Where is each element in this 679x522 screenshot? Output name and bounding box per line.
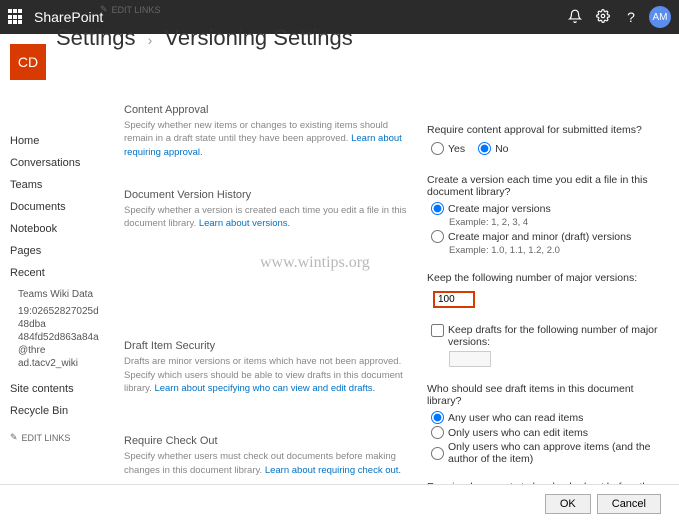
ok-button[interactable]: OK (545, 494, 591, 514)
user-avatar[interactable]: AM (649, 6, 671, 28)
site-logo-tile[interactable]: CD (10, 44, 46, 80)
major-example: Example: 1, 2, 3, 4 (449, 217, 667, 228)
learn-checkout-link[interactable]: Learn about requiring check out. (265, 465, 401, 476)
who-read-label: Any user who can read items (448, 412, 583, 424)
cancel-button[interactable]: Cancel (597, 494, 661, 514)
edit-links-top[interactable]: ✎ EDIT LINKS (100, 4, 353, 15)
nav-home[interactable]: Home (10, 130, 104, 152)
section-descriptions: Content Approval Specify whether new ite… (124, 104, 407, 474)
notifications-icon[interactable] (561, 9, 589, 26)
footer-buttons: OK Cancel (0, 484, 679, 522)
learn-drafts-link[interactable]: Learn about specifying who can view and … (154, 383, 375, 394)
edit-links-bottom[interactable]: ✎ EDIT LINKS (10, 432, 104, 443)
left-nav: CD Home Conversations Teams Documents No… (0, 34, 112, 484)
section-desc-draft-security: Drafts are minor versions or items which… (124, 355, 407, 395)
nav-recent-id[interactable]: 19:02652827025d48dba 484fd52d863a84a@thr… (10, 305, 104, 370)
who-question: Who should see draft items in this docum… (427, 383, 667, 407)
approval-yes-radio[interactable] (431, 142, 444, 155)
nav-documents[interactable]: Documents (10, 196, 104, 218)
keep-major-label: Keep the following number of major versi… (427, 272, 667, 284)
keep-drafts-checkbox[interactable] (431, 324, 444, 337)
section-desc-checkout: Specify whether users must check out doc… (124, 450, 407, 477)
chevron-right-icon: › (148, 32, 153, 48)
edit-links-label: EDIT LINKS (112, 5, 161, 15)
minor-versions-label: Create major and minor (draft) versions (448, 231, 631, 243)
pencil-icon: ✎ (100, 4, 108, 15)
section-desc-content-approval: Specify whether new items or changes to … (124, 119, 407, 159)
section-title-version-history: Document Version History (124, 189, 407, 201)
nav-conversations[interactable]: Conversations (10, 152, 104, 174)
nav-recent[interactable]: Recent (10, 262, 104, 284)
nav-recycle-bin[interactable]: Recycle Bin (10, 400, 104, 422)
app-title: SharePoint (34, 9, 103, 25)
major-versions-label: Create major versions (448, 203, 551, 215)
approval-no-radio[interactable] (478, 142, 491, 155)
help-icon[interactable]: ? (617, 9, 645, 25)
edit-links-label: EDIT LINKS (22, 433, 71, 443)
who-read-radio[interactable] (431, 411, 444, 424)
pencil-icon: ✎ (10, 432, 18, 443)
settings-controls: Require content approval for submitted i… (427, 104, 667, 474)
section-title-content-approval: Content Approval (124, 104, 407, 116)
major-versions-radio[interactable] (431, 202, 444, 215)
minor-example: Example: 1.0, 1.1, 1.2, 2.0 (449, 245, 667, 256)
no-label: No (495, 143, 508, 155)
keep-drafts-label: Keep drafts for the following number of … (448, 324, 667, 348)
breadcrumb-parent[interactable]: Settings (56, 25, 136, 50)
nav-teams[interactable]: Teams (10, 174, 104, 196)
who-edit-label: Only users who can edit items (448, 427, 588, 439)
approval-question: Require content approval for submitted i… (427, 124, 667, 136)
nav-notebook[interactable]: Notebook (10, 218, 104, 240)
who-approve-radio[interactable] (431, 447, 444, 460)
breadcrumb: Settings › Versioning Settings (56, 25, 353, 51)
section-desc-version-history: Specify whether a version is created eac… (124, 204, 407, 231)
breadcrumb-current: Versioning Settings (164, 25, 352, 50)
who-edit-radio[interactable] (431, 426, 444, 439)
yes-label: Yes (448, 143, 465, 155)
nav-site-contents[interactable]: Site contents (10, 378, 104, 400)
learn-versions-link[interactable]: Learn about versions. (199, 218, 290, 229)
nav-pages[interactable]: Pages (10, 240, 104, 262)
nav-recent-item[interactable]: Teams Wiki Data (10, 284, 104, 305)
who-approve-label: Only users who can approve items (and th… (448, 441, 667, 465)
version-question: Create a version each time you edit a fi… (427, 174, 667, 198)
app-launcher-icon[interactable] (8, 9, 24, 25)
minor-versions-radio[interactable] (431, 230, 444, 243)
page-header: ✎ EDIT LINKS Settings › Versioning Setti… (56, 44, 353, 51)
settings-icon[interactable] (589, 9, 617, 26)
section-title-draft-security: Draft Item Security (124, 340, 407, 352)
keep-drafts-input-disabled (449, 351, 491, 367)
section-title-checkout: Require Check Out (124, 435, 407, 447)
keep-major-input[interactable] (433, 291, 475, 308)
